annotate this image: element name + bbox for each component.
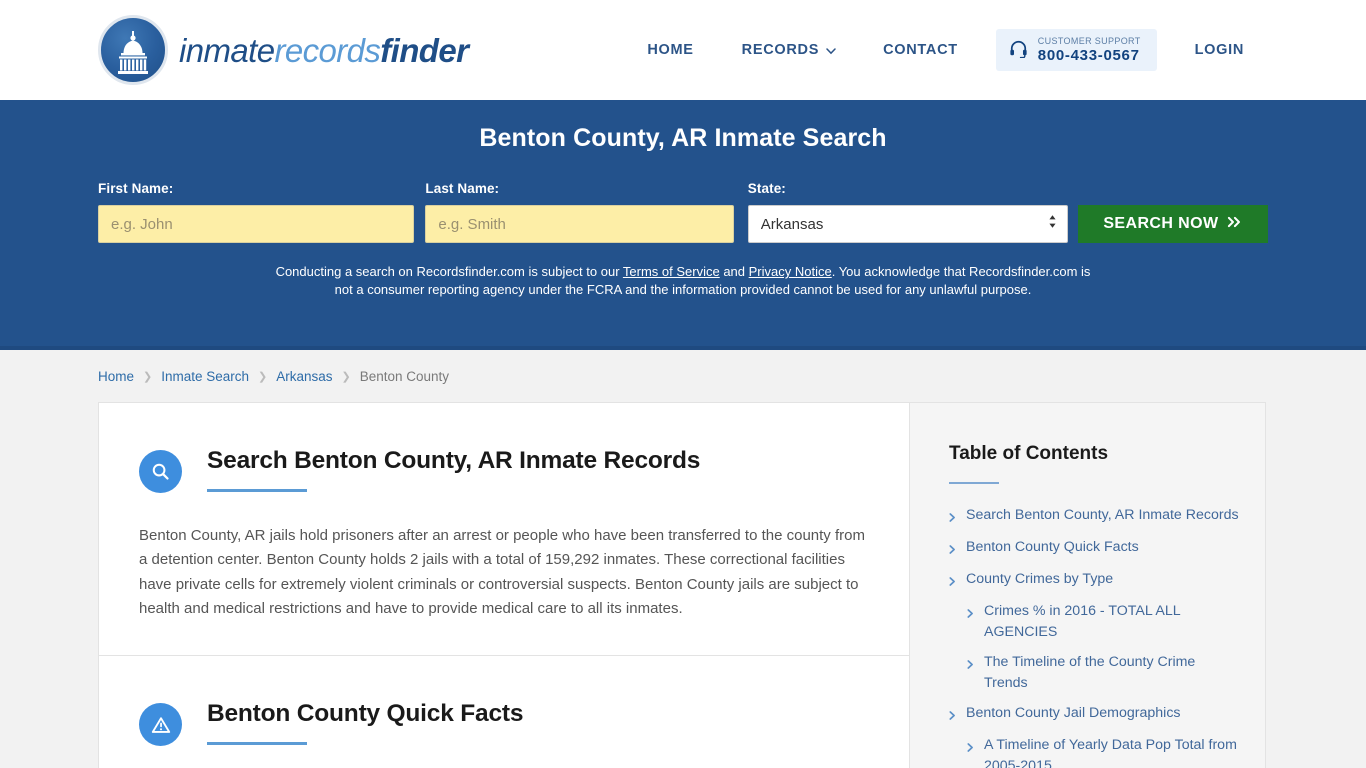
main-navigation: HOME RECORDS CONTACT CUSTOMER SUPPORT 80… xyxy=(623,28,1268,72)
logo-text-records: records xyxy=(274,31,381,69)
content-area: Search Benton County, AR Inmate Records … xyxy=(0,402,1366,768)
section-title: Benton County Quick Facts xyxy=(207,700,524,728)
toc-link[interactable]: The Timeline of the County Crime Trends xyxy=(984,652,1241,693)
search-now-button[interactable]: SEARCH NOW xyxy=(1077,205,1268,243)
toc-link[interactable]: A Timeline of Yearly Data Pop Total from… xyxy=(984,735,1241,768)
last-name-input[interactable] xyxy=(425,205,734,243)
nav-login[interactable]: LOGIN xyxy=(1171,42,1268,58)
toc-item[interactable]: Search Benton County, AR Inmate Records xyxy=(949,505,1241,527)
last-name-label: Last Name: xyxy=(425,181,500,196)
breadcrumb-item-arkansas[interactable]: Arkansas xyxy=(276,369,332,384)
toc-link[interactable]: Benton County Quick Facts xyxy=(966,537,1139,558)
first-name-input[interactable] xyxy=(98,205,415,243)
chevron-down-icon xyxy=(826,44,836,54)
warning-triangle-icon xyxy=(139,703,182,747)
toc-item[interactable]: Benton County Jail Demographics xyxy=(949,703,1241,725)
breadcrumb-separator-icon: ❯ xyxy=(341,370,351,383)
first-name-label: First Name: xyxy=(98,181,174,196)
inmate-search-form: First Name: Last Name: State: Arkansas xyxy=(98,181,1268,243)
search-icon xyxy=(139,450,182,493)
logo-text-finder: finder xyxy=(380,31,469,69)
last-name-field-group: Last Name: xyxy=(425,181,734,243)
chevron-right-icon xyxy=(949,573,956,591)
double-chevron-right-icon xyxy=(1227,215,1242,233)
section-title: Search Benton County, AR Inmate Records xyxy=(207,447,701,474)
capitol-dome-icon xyxy=(98,15,168,85)
state-field-group: State: Arkansas xyxy=(747,181,1068,243)
nav-records[interactable]: RECORDS xyxy=(718,42,859,58)
logo-wordmark: inmaterecordsfinder xyxy=(179,31,469,69)
disclaimer-part-2: and xyxy=(719,264,749,279)
state-select[interactable]: Arkansas xyxy=(747,205,1068,243)
nav-records-label: RECORDS xyxy=(741,42,820,58)
toc-title: Table of Contents xyxy=(949,443,1109,464)
chevron-right-icon xyxy=(967,656,974,674)
headset-icon xyxy=(1009,39,1028,62)
section-quick-facts: Benton County Quick Facts xyxy=(99,656,909,747)
main-content-card: Search Benton County, AR Inmate Records … xyxy=(98,402,909,768)
nav-contact[interactable]: CONTACT xyxy=(859,42,982,58)
breadcrumb-separator-icon: ❯ xyxy=(143,370,153,383)
support-phone[interactable]: 800-433-0567 xyxy=(1038,48,1141,64)
title-underline xyxy=(207,489,307,493)
capitol-dome-glyph xyxy=(118,31,148,74)
toc-item[interactable]: A Timeline of Yearly Data Pop Total from… xyxy=(949,735,1241,768)
search-now-label: SEARCH NOW xyxy=(1103,215,1219,232)
support-label: CUSTOMER SUPPORT xyxy=(1037,35,1141,46)
title-underline xyxy=(207,742,307,746)
site-logo[interactable]: inmaterecordsfinder xyxy=(98,15,469,85)
hero-search-banner: Benton County, AR Inmate Search First Na… xyxy=(0,100,1366,350)
privacy-notice-link[interactable]: Privacy Notice xyxy=(749,264,832,279)
toc-list: Search Benton County, AR Inmate Records … xyxy=(949,505,1241,768)
toc-link[interactable]: Benton County Jail Demographics xyxy=(966,703,1181,724)
logo-text-inmate: inmate xyxy=(179,31,275,69)
site-header: inmaterecordsfinder HOME RECORDS CONTACT… xyxy=(0,0,1366,100)
breadcrumb-item-inmate-search[interactable]: Inmate Search xyxy=(161,369,249,384)
toc-link[interactable]: Search Benton County, AR Inmate Records xyxy=(966,505,1239,526)
toc-link[interactable]: Crimes % in 2016 - TOTAL ALL AGENCIES xyxy=(984,601,1241,642)
toc-item[interactable]: The Timeline of the County Crime Trends xyxy=(949,652,1241,693)
toc-item[interactable]: County Crimes by Type xyxy=(949,569,1241,591)
first-name-field-group: First Name: xyxy=(98,181,415,243)
page-title: Benton County, AR Inmate Search xyxy=(479,124,887,152)
breadcrumb-separator-icon: ❯ xyxy=(258,370,268,383)
section-body-text: Benton County, AR jails hold prisoners a… xyxy=(139,527,865,617)
customer-support-box[interactable]: CUSTOMER SUPPORT 800-433-0567 xyxy=(995,28,1157,72)
search-disclaimer: Conducting a search on Recordsfinder.com… xyxy=(268,263,1098,300)
disclaimer-part-1: Conducting a search on Recordsfinder.com… xyxy=(275,264,623,279)
breadcrumb: Home ❯ Inmate Search ❯ Arkansas ❯ Benton… xyxy=(0,350,1366,402)
chevron-right-icon xyxy=(949,707,956,725)
toc-underline xyxy=(949,482,999,484)
state-label: State: xyxy=(747,181,786,196)
toc-link[interactable]: County Crimes by Type xyxy=(966,569,1113,590)
section-search-records: Search Benton County, AR Inmate Records … xyxy=(99,403,909,655)
chevron-right-icon xyxy=(967,739,974,757)
toc-item[interactable]: Benton County Quick Facts xyxy=(949,537,1241,559)
chevron-right-icon xyxy=(949,509,956,527)
nav-home[interactable]: HOME xyxy=(623,42,717,58)
breadcrumb-item-home[interactable]: Home xyxy=(98,369,134,384)
chevron-right-icon xyxy=(949,541,956,559)
terms-of-service-link[interactable]: Terms of Service xyxy=(623,264,720,279)
toc-item[interactable]: Crimes % in 2016 - TOTAL ALL AGENCIES xyxy=(949,601,1241,642)
breadcrumb-item-benton-county: Benton County xyxy=(359,368,450,384)
table-of-contents-sidebar: Table of Contents Search Benton County, … xyxy=(909,402,1266,768)
chevron-right-icon xyxy=(967,605,974,623)
